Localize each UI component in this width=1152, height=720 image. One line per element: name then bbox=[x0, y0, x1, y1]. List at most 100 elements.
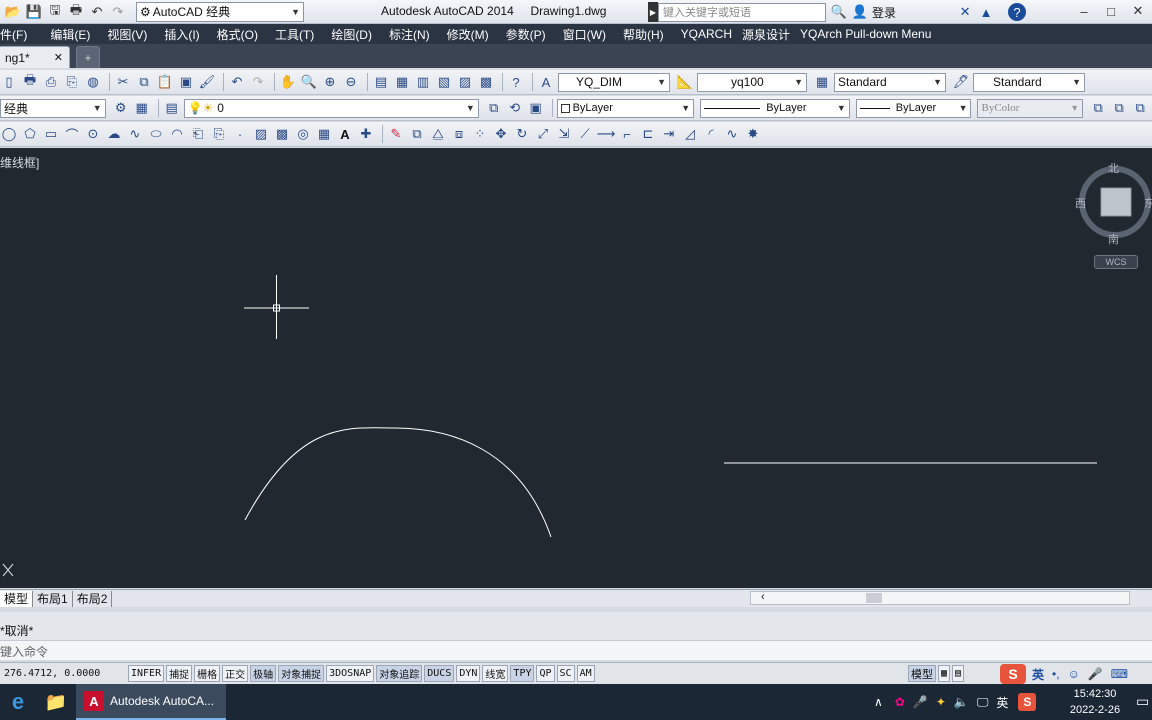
print-icon[interactable]: 🖶 bbox=[21, 72, 39, 91]
login-link[interactable]: 登录 bbox=[872, 4, 896, 21]
menu-edit[interactable]: 编辑(E) bbox=[50, 26, 90, 43]
mtext-icon[interactable]: A bbox=[336, 125, 354, 143]
model-space-button[interactable]: 模型 bbox=[908, 665, 936, 682]
file-explorer-icon[interactable]: 📁 bbox=[36, 692, 76, 713]
gradient-icon[interactable]: ▩ bbox=[273, 125, 291, 143]
menu-yqarch-pulldown[interactable]: YQArch Pull-down Menu bbox=[800, 27, 931, 41]
zoom-realtime-icon[interactable]: 🔍 bbox=[300, 73, 318, 91]
menu-window[interactable]: 窗口(W) bbox=[563, 26, 606, 43]
scroll-left-icon[interactable]: ‹ bbox=[761, 591, 765, 603]
status-toggle-对象捕捉[interactable]: 对象捕捉 bbox=[278, 665, 325, 682]
properties-icon[interactable]: ▤ bbox=[372, 73, 390, 91]
tool-palettes-icon[interactable]: ▥ bbox=[414, 73, 432, 91]
region-icon[interactable]: ◎ bbox=[294, 125, 312, 143]
tab-layout1[interactable]: 布局1 bbox=[33, 590, 73, 607]
close-icon[interactable]: ✕ bbox=[54, 51, 63, 64]
layer-walk-icon[interactable]: ▣ bbox=[527, 99, 545, 117]
flower-icon[interactable]: ✿ bbox=[895, 695, 905, 709]
notification-icon[interactable]: ▭ bbox=[1136, 693, 1149, 710]
plot-preview-icon[interactable]: ⎙ bbox=[42, 73, 60, 91]
viewcube-east[interactable]: 东 bbox=[1144, 195, 1152, 211]
network-icon[interactable]: 🖵 bbox=[977, 695, 989, 710]
circle-icon[interactable]: ◯ bbox=[0, 125, 18, 143]
minimize-icon[interactable]: – bbox=[1072, 2, 1096, 20]
make-current-icon[interactable]: ⧉ bbox=[485, 99, 503, 117]
exchange-icon[interactable]: ✕ bbox=[956, 3, 974, 21]
new-icon[interactable]: ▯ bbox=[0, 73, 18, 91]
mic-tray-icon[interactable]: 🎤 bbox=[913, 695, 928, 709]
lineweight-select[interactable]: ByLayer ▼ bbox=[855, 98, 972, 118]
menu-insert[interactable]: 插入(I) bbox=[164, 26, 199, 43]
scroll-thumb[interactable] bbox=[866, 593, 882, 603]
match-properties-icon[interactable]: 🖌 bbox=[198, 73, 216, 91]
layer-select[interactable]: 💡☀ 0 ▼ bbox=[183, 98, 479, 118]
undo-icon[interactable]: ↶ bbox=[88, 3, 106, 21]
paste-block-icon[interactable]: ▣ bbox=[177, 73, 195, 91]
break-point-icon[interactable]: ⌐ bbox=[618, 125, 636, 143]
add-selected-icon[interactable]: ✚ bbox=[357, 125, 375, 143]
spline-icon[interactable]: ∿ bbox=[126, 125, 144, 143]
wcs-menu[interactable]: WCS bbox=[1094, 255, 1138, 269]
quick-view-drawings-icon[interactable]: ▤ bbox=[952, 665, 965, 682]
status-toggle-栅格[interactable]: 栅格 bbox=[194, 665, 221, 682]
quick-view-layouts-icon[interactable]: ▦ bbox=[938, 665, 951, 682]
tab-layout2[interactable]: 布局2 bbox=[73, 590, 113, 607]
extend-icon[interactable]: ⟶ bbox=[597, 125, 616, 143]
workspace-select[interactable]: 经典 ▼ bbox=[0, 98, 106, 118]
erase-icon[interactable]: ✎ bbox=[387, 125, 405, 143]
offset-icon[interactable]: ⧈ bbox=[450, 125, 468, 143]
linetype-select[interactable]: ByLayer ▼ bbox=[700, 98, 850, 118]
circle-center-icon[interactable]: ⊙ bbox=[84, 125, 102, 143]
scale-icon[interactable]: ⤢ bbox=[534, 125, 552, 143]
blend-icon[interactable]: ∿ bbox=[723, 125, 741, 143]
mleader-style-icon[interactable]: 🖊 bbox=[952, 73, 970, 91]
menu-yuanquan[interactable]: 源泉设计 bbox=[742, 26, 790, 43]
viewcube-south[interactable]: 南 bbox=[1108, 231, 1119, 247]
copy-icon[interactable]: ⧉ bbox=[135, 73, 153, 91]
layer-isolate-icon[interactable]: ⧉ bbox=[1110, 99, 1128, 117]
emoji-icon[interactable]: ☺ bbox=[1068, 667, 1080, 681]
viewcube-north[interactable]: 北 bbox=[1108, 160, 1119, 176]
layer-properties-icon[interactable]: ▤ bbox=[163, 99, 181, 117]
move-icon[interactable]: ✥ bbox=[492, 125, 510, 143]
status-toggle-正交[interactable]: 正交 bbox=[222, 665, 249, 682]
zoom-previous-icon[interactable]: ⊖ bbox=[342, 73, 360, 91]
layer-states-icon[interactable]: ⧉ bbox=[1089, 99, 1107, 117]
array-icon[interactable]: ⁘ bbox=[471, 125, 489, 143]
tray-ime[interactable]: 英 bbox=[996, 694, 1008, 711]
status-toggle-对象追踪[interactable]: 对象追踪 bbox=[376, 665, 423, 682]
menu-file[interactable]: 件(F) bbox=[0, 26, 27, 43]
print-icon[interactable]: 🖶 bbox=[67, 2, 85, 21]
command-line[interactable]: 键入命令 bbox=[0, 640, 1152, 660]
new-tab-button[interactable]: + bbox=[76, 46, 100, 68]
edge-icon[interactable]: e bbox=[0, 689, 36, 715]
table-style-select[interactable]: Standard ▼ bbox=[834, 72, 946, 92]
menu-parametric[interactable]: 参数(P) bbox=[506, 26, 546, 43]
ime-mode[interactable]: 英 bbox=[1032, 666, 1044, 683]
text-style-select[interactable]: yq100 ▼ bbox=[697, 72, 807, 92]
explode-icon[interactable]: ✸ bbox=[744, 125, 762, 143]
status-toggle-3dosnap[interactable]: 3DOSNAP bbox=[326, 665, 375, 682]
rectangle-icon[interactable]: ▭ bbox=[42, 125, 60, 143]
save-as-icon[interactable]: 🖫 bbox=[46, 2, 64, 21]
menu-dimension[interactable]: 标注(N) bbox=[389, 26, 430, 43]
close-icon[interactable]: ✕ bbox=[1126, 2, 1150, 20]
menu-draw[interactable]: 绘图(D) bbox=[331, 26, 372, 43]
menu-yqarch[interactable]: YQARCH bbox=[681, 27, 732, 41]
open-icon[interactable]: 📂 bbox=[4, 3, 22, 21]
hatch-icon[interactable]: ▨ bbox=[252, 125, 270, 143]
status-toggle-ducs[interactable]: DUCS bbox=[424, 665, 455, 682]
plotstyle-select[interactable]: ByColor ▼ bbox=[977, 98, 1084, 118]
mleader-style-select[interactable]: Standard ▼ bbox=[973, 72, 1085, 92]
rotate-icon[interactable]: ↻ bbox=[513, 125, 531, 143]
chevron-up-icon[interactable]: ∧ bbox=[874, 695, 883, 709]
mirror-icon[interactable]: ⧋ bbox=[429, 125, 447, 143]
status-toggle-tpy[interactable]: TPY bbox=[510, 665, 535, 682]
table-icon[interactable]: ▦ bbox=[315, 125, 333, 143]
taskbar-autocad[interactable]: A Autodesk AutoCA... bbox=[76, 684, 226, 720]
menu-help[interactable]: 帮助(H) bbox=[623, 26, 664, 43]
microphone-icon[interactable]: 🎤 bbox=[1088, 667, 1103, 681]
trim-icon[interactable]: ⟋ bbox=[576, 125, 594, 143]
color-select[interactable]: ByLayer ▼ bbox=[556, 98, 695, 118]
search-icon[interactable]: 🔍 bbox=[830, 3, 848, 21]
